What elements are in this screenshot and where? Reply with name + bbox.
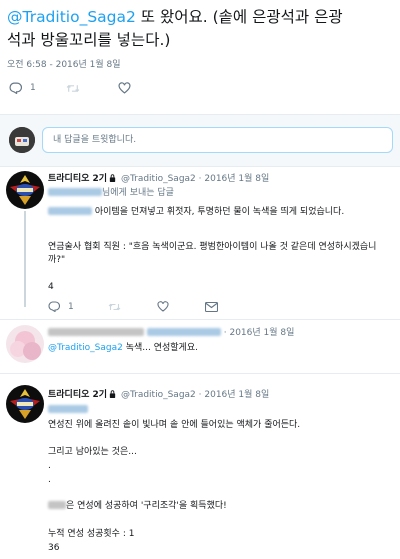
tweet-line: @Traditio_Saga2 녹색... 연성할게요. [48, 342, 198, 355]
tweet-date[interactable]: · 2016년 1월 8일 [199, 390, 270, 400]
tweet-line-text: 아이템을 던져넣고 휘젓자, 투명하던 물이 녹색을 띄게 되었습니다. [94, 207, 345, 217]
tweet-line: 연성진 위에 올려진 솥이 빛나며 솥 안에 들어있는 액체가 줄어든다. [48, 420, 301, 430]
retweet-icon [108, 303, 121, 310]
tweet-line-text: 은 연성에 성공하여 '구리조각'을 획득했다! [66, 501, 227, 511]
main-tweet-actions: 1 [9, 82, 139, 94]
envelope-icon [204, 301, 218, 312]
my-avatar-image [9, 127, 35, 153]
tweet-line: . [48, 475, 51, 485]
reply-button[interactable]: 1 [48, 301, 74, 312]
tweet-line-text: 녹색... 연성할게요. [122, 343, 198, 353]
redacted-author-name [48, 328, 144, 336]
blurred-avatar [6, 325, 44, 363]
reply-count: 1 [30, 83, 36, 93]
tweet-date[interactable]: · 2016년 1월 8일 [224, 328, 295, 338]
redacted-username [48, 207, 92, 215]
reply-icon [9, 82, 22, 94]
my-avatar [9, 127, 35, 153]
avatar[interactable] [6, 325, 44, 363]
replying-to: 님에게 보내는 답글 [48, 187, 174, 200]
message-button[interactable] [204, 301, 218, 312]
divider [0, 373, 400, 374]
author-name[interactable]: 트라디티오 2기 [48, 174, 107, 184]
author-handle[interactable]: @Traditio_Saga2 [121, 390, 196, 400]
tweet-line: 아이템을 던져넣고 휘젓자, 투명하던 물이 녹색을 띄게 되었습니다. [48, 206, 344, 219]
like-button[interactable] [157, 301, 169, 312]
reply-input[interactable]: 내 답글을 트윗합니다. [42, 127, 393, 153]
redacted-username [48, 501, 66, 509]
retweet-icon [66, 84, 80, 92]
replying-to-label: 님에게 보내는 답글 [102, 188, 174, 198]
author-name[interactable]: 트라디티오 2기 [48, 390, 107, 400]
author-handle[interactable]: @Traditio_Saga2 [121, 174, 196, 184]
reply-button[interactable]: 1 [9, 82, 36, 94]
divider [0, 166, 400, 167]
tweet-header: · 2016년 1월 8일 [48, 327, 294, 339]
main-tweet-text: @Traditio_Saga2 또 왔어요. (솥에 은광석과 은광 석과 방울… [7, 6, 393, 52]
main-tweet-mention[interactable]: @Traditio_Saga2 [7, 8, 136, 26]
tweet-header: 트라디티오 2기 @Traditio_Saga2 · 2016년 1월 8일 [48, 389, 269, 401]
tweet-date[interactable]: · 2016년 1월 8일 [199, 174, 270, 184]
reply-count: 1 [68, 301, 74, 312]
reply-icon [48, 301, 60, 312]
tweet-line: . [48, 461, 51, 471]
mention-link[interactable]: @Traditio_Saga2 [48, 343, 123, 353]
main-tweet-text-line2: 석과 방울꼬리를 넣는다.) [7, 31, 171, 49]
avatar[interactable] [6, 171, 44, 209]
tweet-line: 누적 연성 성공횟수 : 1 [48, 529, 135, 539]
tweet-header: 트라디티오 2기 @Traditio_Saga2 · 2016년 1월 8일 [48, 173, 269, 185]
tweet-line: 은 연성에 성공하여 '구리조각'을 획득했다! [48, 500, 227, 513]
lock-icon [109, 174, 116, 182]
tweet-line: 그리고 남아있는 것은... [48, 447, 137, 457]
divider [0, 319, 400, 320]
tweet-line: 연금술사 협회 직원 : "흐음 녹색이군요. 평범한아이템이 나올 것 같은데… [48, 242, 377, 252]
lock-icon [109, 390, 116, 398]
tweet-line: 36 [48, 543, 60, 553]
tweet-actions: 1 [48, 301, 218, 312]
retweet-button[interactable] [66, 83, 88, 94]
redacted-username [48, 405, 88, 413]
like-button[interactable] [118, 82, 139, 94]
tweet-line: 까?" [48, 255, 66, 265]
main-tweet-text-line1: 또 왔어요. (솥에 은광석과 은광 [135, 8, 343, 26]
redacted-username [48, 188, 102, 196]
tweet-line: 4 [48, 282, 54, 292]
avatar[interactable] [6, 385, 44, 423]
traditio-logo-avatar [6, 385, 44, 423]
traditio-logo-avatar [6, 171, 44, 209]
heart-icon [118, 82, 131, 94]
main-tweet: @Traditio_Saga2 또 왔어요. (솥에 은광석과 은광 석과 방울… [0, 0, 400, 114]
retweet-button[interactable] [108, 302, 121, 312]
redacted-author-handle [146, 328, 221, 336]
thread-line [24, 211, 26, 307]
main-tweet-timestamp[interactable]: 오전 6:58 - 2016년 1월 8일 [7, 57, 121, 70]
tweet-line [48, 404, 88, 417]
heart-icon [157, 301, 169, 312]
